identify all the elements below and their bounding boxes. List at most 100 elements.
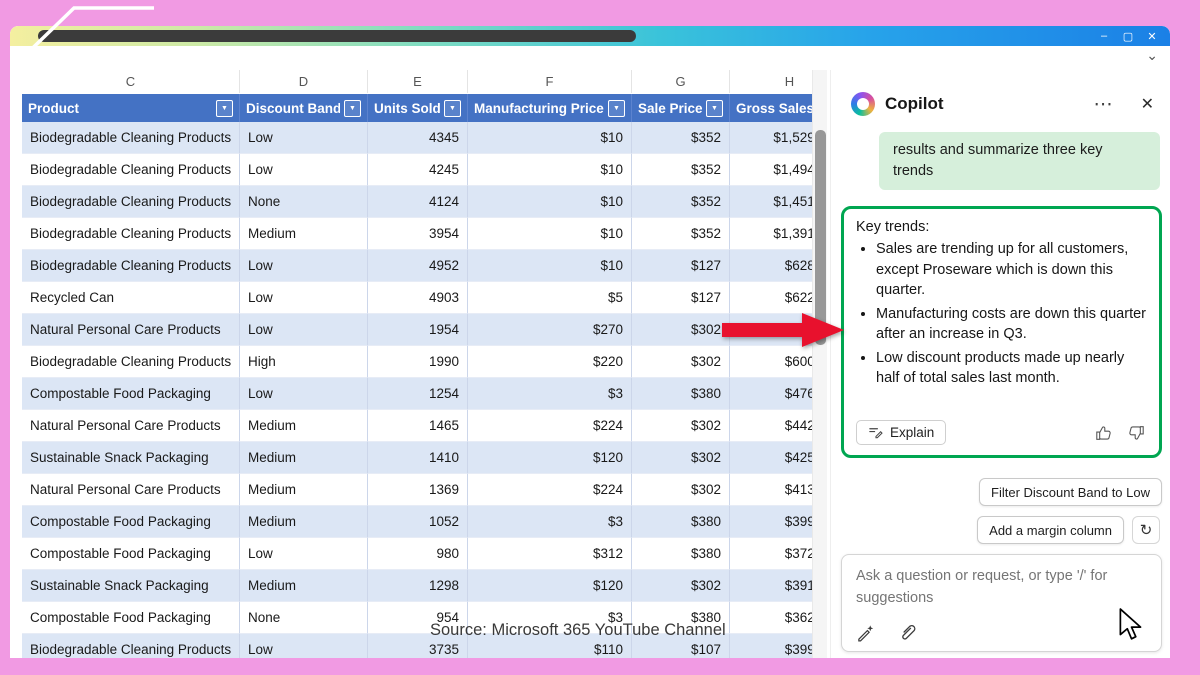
table-row[interactable]: Sustainable Snack PackagingMedium1410$12… (22, 442, 812, 474)
cell-units-sold[interactable]: 1052 (368, 506, 468, 538)
cell-units-sold[interactable]: 1369 (368, 474, 468, 506)
table-row[interactable]: Biodegradable Cleaning ProductsLow4952$1… (22, 250, 812, 282)
cell-product[interactable]: Natural Personal Care Products (22, 314, 240, 346)
filter-dropdown-icon[interactable]: ▼ (608, 100, 625, 117)
cell-sale-price[interactable]: $302 (632, 346, 730, 378)
cell-units-sold[interactable]: 3954 (368, 218, 468, 250)
magic-edit-icon[interactable] (856, 623, 875, 642)
cell-manufacturing-price[interactable]: $10 (468, 250, 632, 282)
cell-discount-band[interactable]: Low (240, 250, 368, 282)
table-header-discount-band[interactable]: Discount Band▼ (240, 94, 368, 122)
column-letter-C[interactable]: C (22, 70, 240, 93)
cell-units-sold[interactable]: 1954 (368, 314, 468, 346)
cell-manufacturing-price[interactable]: $224 (468, 410, 632, 442)
cell-product[interactable]: Sustainable Snack Packaging (22, 570, 240, 602)
close-button[interactable]: ✕ (1140, 26, 1164, 46)
cell-gross-sales[interactable]: $442,430 (730, 410, 812, 442)
cell-manufacturing-price[interactable]: $220 (468, 346, 632, 378)
cell-product[interactable]: Compostable Food Packaging (22, 538, 240, 570)
cell-manufacturing-price[interactable]: $312 (468, 538, 632, 570)
cell-units-sold[interactable]: 4124 (368, 186, 468, 218)
cell-manufacturing-price[interactable]: $10 (468, 122, 632, 154)
cell-gross-sales[interactable]: $399,760 (730, 506, 812, 538)
cell-manufacturing-price[interactable]: $3 (468, 506, 632, 538)
filter-dropdown-icon[interactable]: ▼ (216, 100, 233, 117)
table-header-sale-price[interactable]: Sale Price▼ (632, 94, 730, 122)
table-row[interactable]: Biodegradable Cleaning ProductsHigh1990$… (22, 346, 812, 378)
cell-manufacturing-price[interactable]: $224 (468, 474, 632, 506)
table-row[interactable]: Biodegradable Cleaning ProductsLow4245$1… (22, 154, 812, 186)
cell-manufacturing-price[interactable]: $270 (468, 314, 632, 346)
cell-discount-band[interactable]: Medium (240, 442, 368, 474)
cell-sale-price[interactable]: $352 (632, 154, 730, 186)
cell-sale-price[interactable]: $352 (632, 186, 730, 218)
column-letter-F[interactable]: F (468, 70, 632, 93)
table-row[interactable]: Natural Personal Care ProductsMedium1465… (22, 410, 812, 442)
table-row[interactable]: Sustainable Snack PackagingMedium1298$12… (22, 570, 812, 602)
explain-button[interactable]: Explain (856, 420, 946, 445)
cell-units-sold[interactable]: 1990 (368, 346, 468, 378)
cell-discount-band[interactable]: High (240, 346, 368, 378)
column-letter-G[interactable]: G (632, 70, 730, 93)
table-row[interactable]: Natural Personal Care ProductsLow1954$27… (22, 314, 812, 346)
vertical-scrollbar[interactable] (812, 70, 827, 658)
cell-gross-sales[interactable]: $1,494,240 (730, 154, 812, 186)
minimize-button[interactable]: – (1092, 26, 1116, 46)
cell-units-sold[interactable]: 4345 (368, 122, 468, 154)
cell-sale-price[interactable]: $380 (632, 538, 730, 570)
table-row[interactable]: Compostable Food PackagingLow980$312$380… (22, 538, 812, 570)
cell-gross-sales[interactable]: $391,996 (730, 570, 812, 602)
cell-manufacturing-price[interactable]: $120 (468, 442, 632, 474)
cell-sale-price[interactable]: $352 (632, 218, 730, 250)
cell-units-sold[interactable]: 4903 (368, 282, 468, 314)
cell-discount-band[interactable]: None (240, 602, 368, 634)
cell-gross-sales[interactable]: $476,520 (730, 378, 812, 410)
chevron-down-icon[interactable]: ⌄ (1146, 47, 1158, 64)
cell-gross-sales[interactable]: $628,904 (730, 250, 812, 282)
cell-discount-band[interactable]: Low (240, 282, 368, 314)
cell-manufacturing-price[interactable]: $3 (468, 378, 632, 410)
cell-gross-sales[interactable]: $362,520 (730, 602, 812, 634)
attach-paperclip-icon[interactable] (897, 623, 916, 642)
cell-units-sold[interactable]: 1465 (368, 410, 468, 442)
table-row[interactable]: Compostable Food PackagingMedium1052$3$3… (22, 506, 812, 538)
cell-discount-band[interactable]: Medium (240, 474, 368, 506)
cell-gross-sales[interactable]: $1,529,440 (730, 122, 812, 154)
more-options-icon[interactable]: ⋯ (1094, 93, 1113, 116)
cell-manufacturing-price[interactable]: $5 (468, 282, 632, 314)
copilot-input[interactable]: Ask a question or request, or type '/' f… (841, 554, 1162, 652)
cell-manufacturing-price[interactable]: $120 (468, 570, 632, 602)
panel-close-icon[interactable]: ✕ (1141, 94, 1154, 114)
cell-product[interactable]: Biodegradable Cleaning Products (22, 250, 240, 282)
cell-sale-price[interactable]: $127 (632, 282, 730, 314)
cell-discount-band[interactable]: Low (240, 538, 368, 570)
cell-gross-sales[interactable]: $372,400 (730, 538, 812, 570)
cell-sale-price[interactable]: $302 (632, 442, 730, 474)
table-header-gross-sales[interactable]: Gross Sales▼ (730, 94, 812, 122)
cell-product[interactable]: Compostable Food Packaging (22, 506, 240, 538)
cell-discount-band[interactable]: Low (240, 122, 368, 154)
table-row[interactable]: Recycled CanLow4903$5$127$622,681 (22, 282, 812, 314)
cell-sale-price[interactable]: $302 (632, 410, 730, 442)
cell-units-sold[interactable]: 4952 (368, 250, 468, 282)
cell-units-sold[interactable]: 1254 (368, 378, 468, 410)
table-header-manufacturing-price[interactable]: Manufacturing Price▼ (468, 94, 632, 122)
table-header-units-sold[interactable]: Units Sold▼ (368, 94, 468, 122)
cell-product[interactable]: Compostable Food Packaging (22, 378, 240, 410)
cell-units-sold[interactable]: 1298 (368, 570, 468, 602)
cell-discount-band[interactable]: Low (240, 634, 368, 658)
cell-product[interactable]: Biodegradable Cleaning Products (22, 218, 240, 250)
thumbs-down-icon[interactable] (1127, 424, 1145, 442)
cell-gross-sales[interactable]: $600,980 (730, 346, 812, 378)
cell-gross-sales[interactable]: $1,451,648 (730, 186, 812, 218)
cell-units-sold[interactable]: 980 (368, 538, 468, 570)
column-letter-E[interactable]: E (368, 70, 468, 93)
table-header-product[interactable]: Product▼ (22, 94, 240, 122)
thumbs-up-icon[interactable] (1095, 424, 1113, 442)
cell-manufacturing-price[interactable]: $10 (468, 218, 632, 250)
cell-gross-sales[interactable]: $413,438 (730, 474, 812, 506)
table-row[interactable]: Biodegradable Cleaning ProductsMedium395… (22, 218, 812, 250)
cell-units-sold[interactable]: 4245 (368, 154, 468, 186)
cell-sale-price[interactable]: $127 (632, 250, 730, 282)
cell-discount-band[interactable]: Medium (240, 218, 368, 250)
